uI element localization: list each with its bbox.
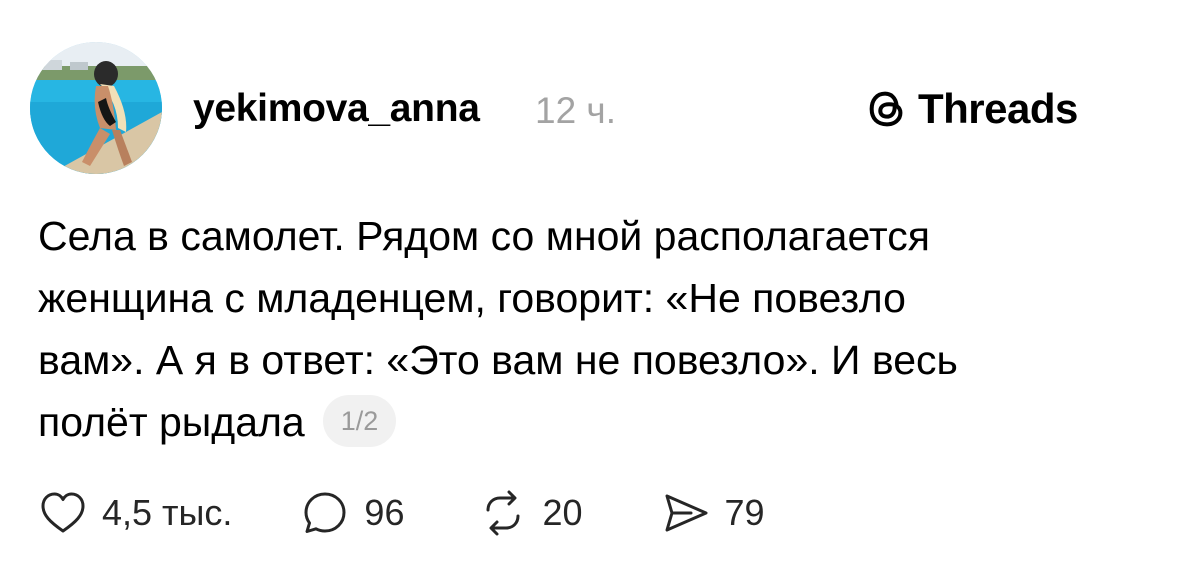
- avatar-photo: [30, 42, 162, 174]
- author-username[interactable]: yekimova_anna: [193, 84, 480, 134]
- comment-button[interactable]: 96: [300, 488, 404, 538]
- repost-icon: [486, 490, 520, 536]
- page-indicator-badge: 1/2: [322, 395, 397, 448]
- post-text: Села в самолет. Рядом со мной располагае…: [38, 205, 1148, 453]
- threads-logo-icon: [869, 91, 903, 127]
- share-button[interactable]: 79: [661, 488, 765, 538]
- threads-brand: Threads: [864, 84, 1078, 134]
- post-text-line: Села в самолет. Рядом со мной располагае…: [38, 213, 930, 259]
- post-text-line: женщина с младенцем, говорит: «Не повезл…: [38, 275, 906, 321]
- post-timestamp: 12 ч.: [535, 90, 616, 131]
- like-button[interactable]: 4,5 тыс.: [38, 488, 232, 538]
- send-icon: [665, 494, 708, 532]
- heart-icon: [41, 492, 85, 533]
- comment-count: 96: [364, 492, 405, 533]
- post-text-line-last: полёт рыдала 1/2: [38, 391, 1148, 453]
- repost-button[interactable]: 20: [478, 488, 583, 538]
- repost-count: 20: [542, 492, 583, 533]
- post-text-line: вам». А я в ответ: «Это вам не повезло».…: [38, 337, 958, 383]
- brand-name: Threads: [918, 85, 1078, 132]
- like-count: 4,5 тыс.: [102, 492, 233, 533]
- post-actions: 4,5 тыс. 96 20 79: [38, 488, 765, 538]
- post-text-line: полёт рыдала: [38, 399, 305, 445]
- share-count: 79: [724, 492, 765, 533]
- comment-bubble-icon: [304, 492, 346, 533]
- avatar[interactable]: [30, 42, 162, 174]
